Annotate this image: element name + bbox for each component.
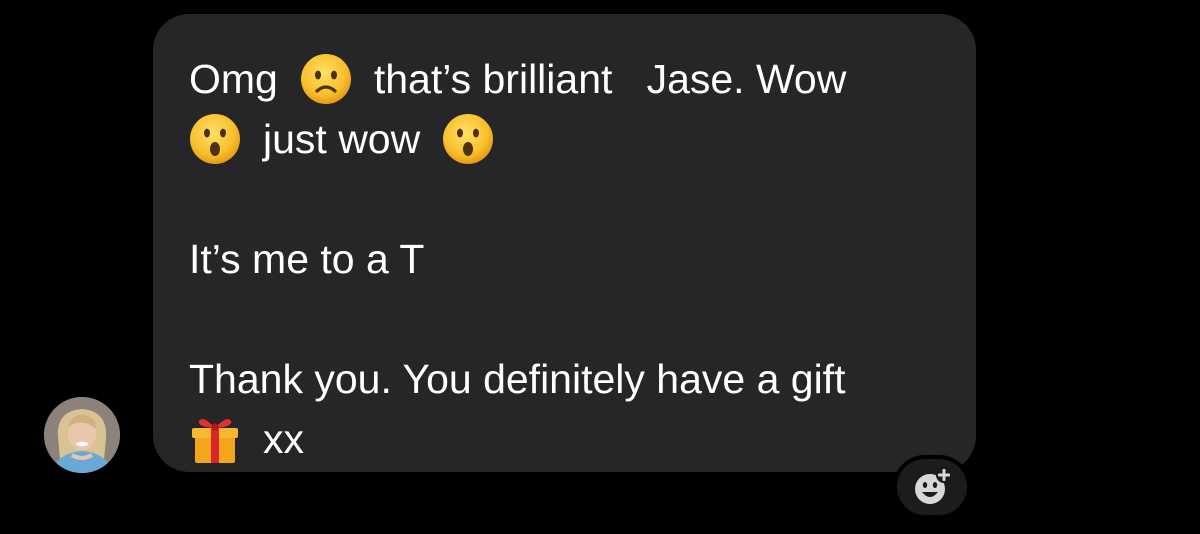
sender-avatar[interactable] (44, 397, 120, 473)
message-me-to-a-t: It’s me to a T (189, 236, 425, 282)
message-line-1: Omg that’s brilliant Jase. Wow (189, 49, 940, 109)
wrapped-gift-emoji (192, 419, 238, 463)
message-line-2: just wow (189, 109, 940, 169)
message-just-wow: just wow (263, 116, 421, 162)
face-with-open-mouth-emoji (190, 114, 240, 164)
avatar-photo (44, 397, 120, 473)
message-line-3: It’s me to a T (189, 229, 940, 289)
message-line-4: Thank you. You definitely have a gift (189, 349, 940, 409)
message-phrase-brilliant: that’s brilliant Jase. Wow (373, 56, 847, 102)
add-reaction-icon (915, 467, 952, 504)
message-thank-you: Thank you. You definitely have a gift (189, 356, 846, 402)
message-word-omg: Omg (189, 56, 278, 102)
add-reaction-button[interactable] (893, 455, 971, 519)
message-line-5: xx (189, 409, 940, 469)
face-with-open-mouth-emoji (443, 114, 494, 164)
frowning-face-emoji (300, 54, 351, 104)
message-xx: xx (263, 416, 304, 462)
message-bubble[interactable]: Omg that’s brilliant Jase. Wow just wow … (153, 14, 976, 472)
